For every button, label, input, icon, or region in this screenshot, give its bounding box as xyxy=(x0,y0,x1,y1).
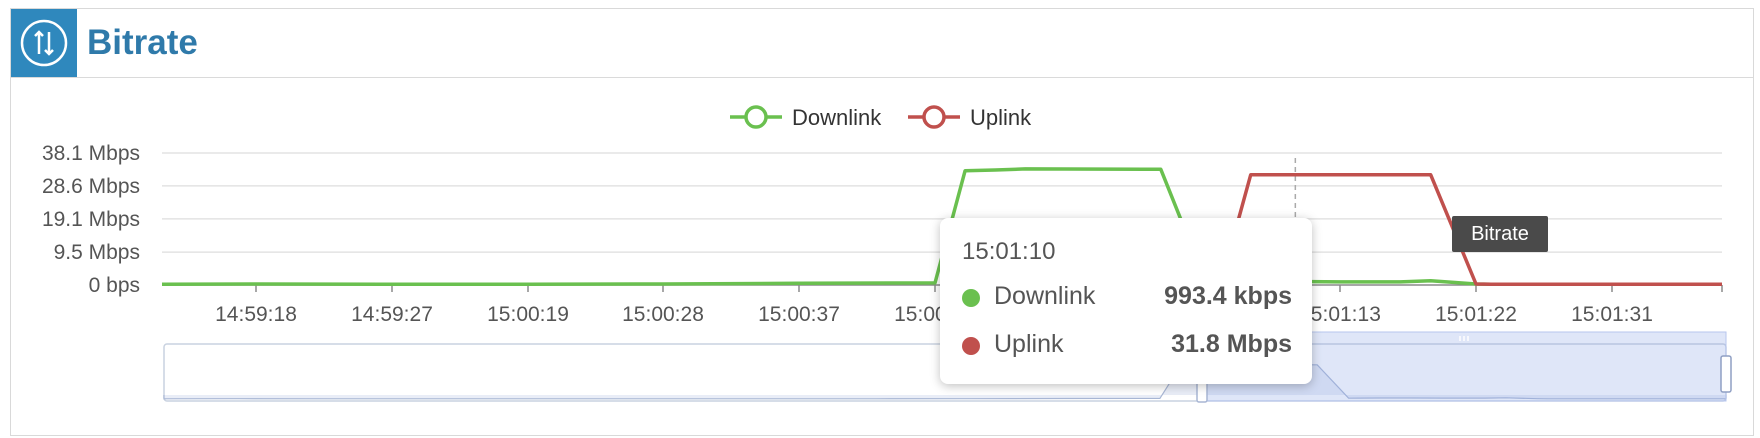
x-tick-label: 14:59:27 xyxy=(351,303,433,326)
tooltip-series-value: 993.4 kbps xyxy=(1164,282,1292,310)
x-tick-label: 15:01:22 xyxy=(1435,303,1517,326)
tooltip-series-name: Uplink xyxy=(994,330,1064,358)
tooltip-row-uplink: Uplink 31.8 Mbps xyxy=(962,330,1292,360)
y-tick-label: 0 bps xyxy=(89,274,140,297)
legend-label: Downlink xyxy=(792,105,882,130)
tooltip-series-name: Downlink xyxy=(994,282,1096,310)
series-label-badge: Bitrate xyxy=(1452,216,1548,252)
legend-label: Uplink xyxy=(970,105,1032,130)
x-tick-label: 14:59:18 xyxy=(215,303,297,326)
x-tick-label: 15:01:31 xyxy=(1571,303,1653,326)
x-tick-label: 15:00:19 xyxy=(487,303,569,326)
downlink-dot-icon xyxy=(962,289,980,307)
x-tick-label: 15:00:28 xyxy=(622,303,704,326)
legend-marker-icon xyxy=(744,105,768,129)
y-tick-label: 19.1 Mbps xyxy=(42,208,140,231)
y-tick-label: 38.1 Mbps xyxy=(42,142,140,165)
y-tick-label: 28.6 Mbps xyxy=(42,175,140,198)
legend-marker-icon xyxy=(922,105,946,129)
tooltip-row-downlink: Downlink 993.4 kbps xyxy=(962,282,1292,312)
y-tick-label: 9.5 Mbps xyxy=(54,241,140,264)
zoom-slider-right-handle xyxy=(1720,355,1732,393)
x-tick-label: 15:00:37 xyxy=(758,303,840,326)
tooltip-series-value: 31.8 Mbps xyxy=(1171,330,1292,358)
uplink-dot-icon xyxy=(962,337,980,355)
tooltip-time: 15:01:10 xyxy=(962,238,1056,265)
chart-tooltip: 15:01:10 Downlink 993.4 kbps Uplink 31.8… xyxy=(940,218,1312,384)
